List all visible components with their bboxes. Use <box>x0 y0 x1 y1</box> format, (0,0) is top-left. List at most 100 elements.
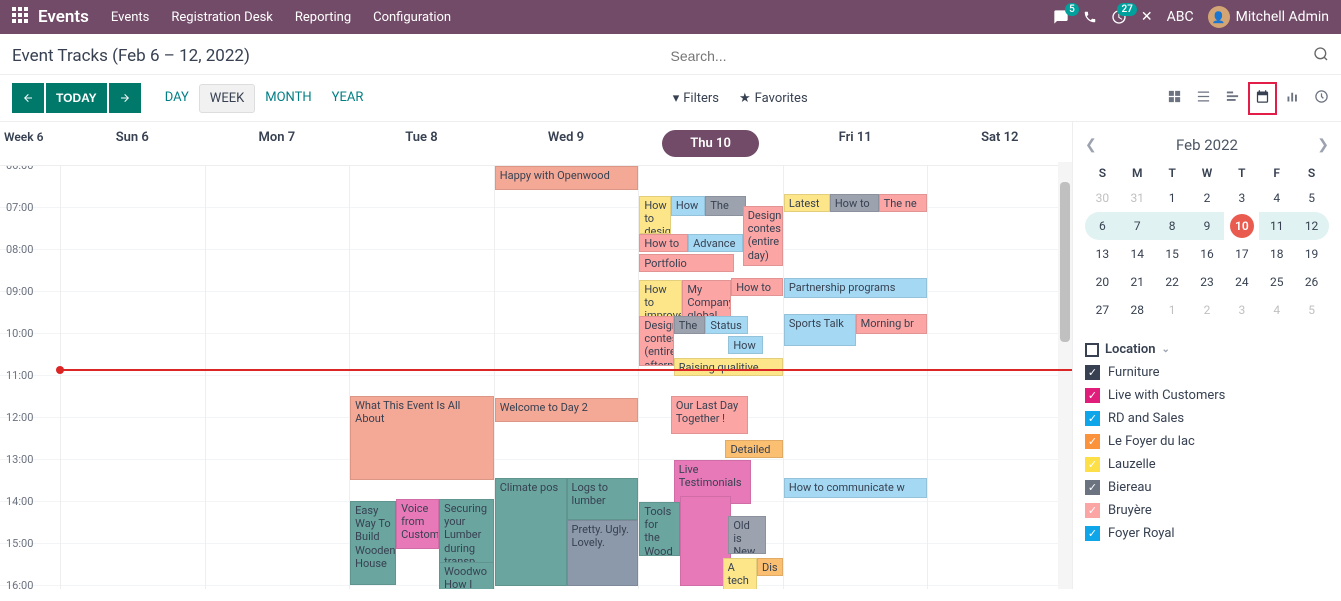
mini-cal-day[interactable]: 31 <box>1120 184 1155 212</box>
phone-icon[interactable] <box>1083 10 1097 24</box>
mini-cal-day[interactable]: 5 <box>1294 296 1329 324</box>
calendar-event[interactable]: Tools for the Wood Begin <box>639 502 679 556</box>
calendar-event[interactable]: Dis <box>757 558 783 576</box>
apps-icon[interactable] <box>12 7 28 27</box>
day-header-2[interactable]: Tue 8 <box>349 122 494 165</box>
calendar-event[interactable]: Design contes (entire day) <box>743 206 783 266</box>
company-selector[interactable]: ABC <box>1167 9 1194 25</box>
calendar-event[interactable]: Climate pos <box>495 478 567 586</box>
calendar-event[interactable]: Woodwo How I got started <box>439 562 494 589</box>
mini-cal-day[interactable]: 7 <box>1120 212 1155 240</box>
mini-cal-day[interactable]: 23 <box>1190 268 1225 296</box>
mini-cal-day[interactable]: 27 <box>1085 296 1120 324</box>
calendar-event[interactable]: Raising qualitive <box>674 358 783 376</box>
menu-registration-desk[interactable]: Registration Desk <box>171 10 273 25</box>
calendar-event[interactable]: Partnership programs <box>784 278 928 298</box>
calendar-event[interactable]: How to communicate w <box>784 478 928 498</box>
day-column-3[interactable]: Happy with Openwood Welcome to Day 2 Clima… <box>494 166 639 589</box>
day-header-6[interactable]: Sat 12 <box>927 122 1072 165</box>
mini-cal-day[interactable]: 22 <box>1155 268 1190 296</box>
location-filter-item[interactable]: ✓Lauzelle <box>1085 453 1329 476</box>
mini-cal-day[interactable]: 21 <box>1120 268 1155 296</box>
menu-reporting[interactable]: Reporting <box>295 10 351 25</box>
favorites-button[interactable]: ★ Favorites <box>739 91 808 106</box>
location-filter-heading[interactable]: Location ⌄ <box>1085 338 1329 361</box>
calendar-event[interactable]: Logs to lumber <box>567 478 639 520</box>
mini-cal-day[interactable]: 1 <box>1155 296 1190 324</box>
calendar-event[interactable]: The ne <box>879 194 928 212</box>
messaging-icon[interactable]: 5 <box>1053 9 1069 25</box>
mini-cal-day[interactable]: 2 <box>1190 296 1225 324</box>
mini-cal-day[interactable]: 4 <box>1259 184 1294 212</box>
day-header-0[interactable]: Sun 6 <box>60 122 205 165</box>
day-column-4[interactable]: How to design a newHowThe neDesign conte… <box>638 166 783 589</box>
calendar-event[interactable]: My Company global <box>682 280 731 318</box>
calendar-event[interactable]: How <box>728 336 762 354</box>
today-button[interactable]: TODAY <box>46 83 107 113</box>
calendar-event[interactable]: Pretty. Ugly. Lovely. <box>567 520 639 586</box>
mini-cal-day[interactable]: 5 <box>1294 184 1329 212</box>
day-header-1[interactable]: Mon 7 <box>205 122 350 165</box>
day-header-3[interactable]: Wed 9 <box>494 122 639 165</box>
mini-cal-day[interactable]: 17 <box>1224 240 1259 268</box>
next-button[interactable] <box>109 83 141 113</box>
location-filter-item[interactable]: ✓Biereau <box>1085 476 1329 499</box>
search-icon[interactable] <box>1313 46 1329 66</box>
mini-cal-day[interactable]: 6 <box>1085 212 1120 240</box>
calendar-event[interactable]: What This Event Is All About <box>350 396 494 480</box>
view-year[interactable]: YEAR <box>322 84 374 113</box>
location-filter-item[interactable]: ✓RD and Sales <box>1085 407 1329 430</box>
calendar-event[interactable]: Sports Talk <box>784 314 856 346</box>
calendar-event[interactable]: Securing your Lumber during transp <box>439 499 494 569</box>
user-menu[interactable]: 👤 Mitchell Admin <box>1208 6 1329 28</box>
calendar-event[interactable]: Detailed <box>725 440 782 458</box>
location-filter-item[interactable]: ✓Furniture <box>1085 361 1329 384</box>
mini-cal-day[interactable]: 2 <box>1190 184 1225 212</box>
calendar-event[interactable]: Voice from Custom <box>396 499 439 549</box>
mini-cal-day[interactable]: 19 <box>1294 240 1329 268</box>
mini-cal-day[interactable]: 30 <box>1085 184 1120 212</box>
vertical-scrollbar[interactable] <box>1058 162 1072 589</box>
filters-button[interactable]: ▾ Filters <box>673 91 719 106</box>
calendar-event[interactable]: How to <box>830 194 879 212</box>
graph-view-icon[interactable] <box>1285 89 1300 108</box>
location-filter-item[interactable]: ✓Le Foyer du lac <box>1085 430 1329 453</box>
calendar-event[interactable]: Morning br <box>856 314 928 334</box>
activity-view-icon[interactable] <box>1314 89 1329 108</box>
mini-cal-day[interactable]: 26 <box>1294 268 1329 296</box>
mini-cal-day[interactable]: 3 <box>1224 184 1259 212</box>
mini-cal-next[interactable]: ❯ <box>1317 137 1329 153</box>
calendar-event[interactable]: How to i <box>639 234 688 252</box>
calendar-event[interactable]: Design contest (entire aftern <box>639 316 673 366</box>
mini-cal-day[interactable]: 1 <box>1155 184 1190 212</box>
mini-cal-day[interactable]: 11 <box>1259 212 1294 240</box>
calendar-event[interactable]: Status <box>705 316 748 334</box>
day-column-0[interactable] <box>60 166 205 589</box>
day-column-6[interactable] <box>927 166 1072 589</box>
mini-cal-prev[interactable]: ❮ <box>1085 137 1097 153</box>
day-column-5[interactable]: Latest tHow toThe nePartnership programs… <box>783 166 928 589</box>
app-brand[interactable]: Events <box>38 7 89 27</box>
calendar-event[interactable]: Advance <box>688 234 743 252</box>
mini-cal-day[interactable]: 10 <box>1230 214 1254 238</box>
day-column-1[interactable] <box>205 166 350 589</box>
calendar-event[interactable]: Happy with Openwood <box>495 166 639 190</box>
calendar-event[interactable]: How <box>671 196 705 216</box>
calendar-event[interactable]: Welcome to Day 2 <box>495 398 639 422</box>
mini-cal-day[interactable]: 4 <box>1259 296 1294 324</box>
calendar-event[interactable]: How to <box>731 278 783 296</box>
calendar-event[interactable]: Our Last Day Together ! <box>671 396 749 434</box>
mini-cal-day[interactable]: 16 <box>1190 240 1225 268</box>
view-week[interactable]: WEEK <box>199 84 255 113</box>
list-view-icon[interactable] <box>1196 89 1211 108</box>
calendar-event[interactable]: Old is New <box>728 516 765 554</box>
mini-cal-day[interactable]: 24 <box>1224 268 1259 296</box>
mini-cal-day[interactable]: 9 <box>1190 212 1225 240</box>
mini-cal-day[interactable]: 14 <box>1120 240 1155 268</box>
location-filter-item[interactable]: ✓Bruyère <box>1085 499 1329 522</box>
mini-cal-day[interactable]: 3 <box>1224 296 1259 324</box>
close-icon[interactable]: ✕ <box>1141 9 1153 25</box>
calendar-event[interactable]: How to design a new <box>639 196 671 234</box>
calendar-event[interactable]: The n <box>674 316 706 334</box>
calendar-event[interactable]: Portfolio presenta <box>639 254 734 272</box>
